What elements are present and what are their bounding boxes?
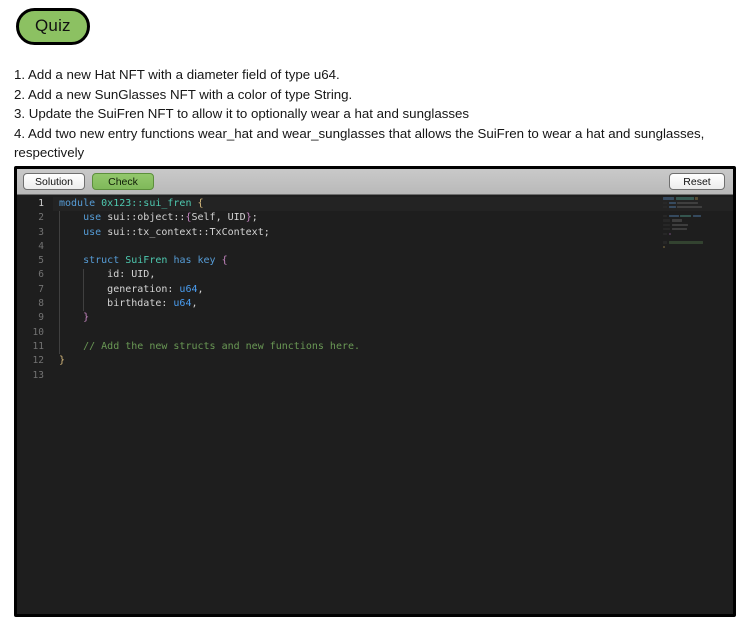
code-token: generation: bbox=[107, 283, 180, 295]
code-line[interactable]: generation: u64, bbox=[53, 283, 733, 297]
code-line[interactable] bbox=[53, 240, 733, 254]
code-line[interactable]: id: UID, bbox=[53, 268, 733, 282]
code-line[interactable]: // Add the new structs and new functions… bbox=[53, 340, 733, 354]
code-line[interactable] bbox=[53, 369, 733, 383]
code-line[interactable]: } bbox=[53, 354, 733, 368]
line-number: 8 bbox=[38, 298, 44, 310]
instruction-item: 1. Add a new Hat NFT with a diameter fie… bbox=[14, 67, 340, 82]
quiz-badge: Quiz bbox=[16, 8, 90, 45]
code-token: struct bbox=[83, 255, 120, 267]
code-token: 0x123::sui_fren bbox=[101, 198, 192, 209]
check-button[interactable]: Check bbox=[92, 173, 154, 190]
code-line[interactable]: birthdate: u64, bbox=[53, 297, 733, 311]
line-number: 7 bbox=[38, 283, 44, 295]
code-token: sui::object:: bbox=[107, 212, 186, 224]
code-token: use bbox=[83, 226, 102, 238]
code-token: u64 bbox=[173, 298, 192, 310]
code-token: use bbox=[83, 212, 102, 224]
line-number: 11 bbox=[32, 340, 44, 352]
indent-guide bbox=[59, 211, 60, 355]
code-line[interactable] bbox=[53, 326, 733, 340]
indent-guide bbox=[83, 268, 85, 312]
code-token: sui::tx_context::TxContext; bbox=[107, 226, 270, 238]
line-number: 4 bbox=[38, 240, 44, 252]
code-line[interactable]: } bbox=[53, 311, 733, 325]
code-token: { bbox=[221, 255, 228, 267]
code-token: ; bbox=[251, 212, 258, 224]
code-line[interactable]: use sui::tx_context::TxContext; bbox=[53, 226, 733, 240]
line-number: 6 bbox=[38, 269, 44, 281]
code-editor-panel: Solution Check Reset 1 2 3 4 5 6 7 8 9 10 11 12 13 m… bbox=[14, 166, 736, 617]
line-number: 3 bbox=[38, 226, 44, 238]
code-content[interactable]: module 0x123::sui_fren { use sui::object… bbox=[53, 195, 733, 614]
code-token: module bbox=[59, 198, 96, 209]
line-number: 1 bbox=[38, 198, 44, 209]
line-number: 12 bbox=[32, 355, 44, 367]
instruction-item: 3. Update the SuiFren NFT to allow it to… bbox=[14, 106, 470, 121]
line-number: 2 bbox=[38, 212, 44, 224]
code-token: , bbox=[191, 298, 198, 310]
editor-toolbar: Solution Check Reset bbox=[17, 169, 733, 195]
code-token: has key bbox=[173, 255, 216, 267]
line-number: 9 bbox=[38, 312, 44, 324]
reset-button[interactable]: Reset bbox=[669, 173, 725, 190]
code-token: id: UID, bbox=[107, 269, 156, 281]
line-number: 5 bbox=[38, 255, 44, 267]
line-number: 10 bbox=[32, 326, 44, 338]
line-number: 13 bbox=[32, 369, 44, 381]
code-area[interactable]: 1 2 3 4 5 6 7 8 9 10 11 12 13 module 0x123::sui_fren… bbox=[17, 195, 733, 614]
code-line[interactable]: module 0x123::sui_fren { bbox=[53, 197, 733, 212]
code-token: } bbox=[83, 312, 90, 324]
solution-button[interactable]: Solution bbox=[23, 173, 85, 190]
code-token: { bbox=[197, 198, 204, 209]
code-token: u64 bbox=[179, 283, 198, 295]
instruction-item: 4. Add two new entry functions wear_hat … bbox=[14, 125, 705, 160]
code-line[interactable]: struct SuiFren has key { bbox=[53, 254, 733, 268]
code-token: // Add the new structs and new functions… bbox=[83, 340, 361, 352]
instruction-item: 2. Add a new SunGlasses NFT with a color… bbox=[14, 86, 353, 102]
code-token: SuiFren bbox=[125, 255, 168, 267]
code-token: Self, UID bbox=[191, 212, 246, 224]
quiz-instructions: 1. Add a new Hat NFT with a diameter fie… bbox=[14, 65, 736, 162]
code-token: } bbox=[59, 355, 66, 367]
quiz-badge-container: Quiz bbox=[0, 0, 750, 45]
code-token: birthdate: bbox=[107, 298, 174, 310]
code-line[interactable]: use sui::object::{Self, UID}; bbox=[53, 211, 733, 225]
code-token: , bbox=[197, 283, 204, 295]
line-number-gutter: 1 2 3 4 5 6 7 8 9 10 11 12 13 bbox=[17, 195, 53, 614]
